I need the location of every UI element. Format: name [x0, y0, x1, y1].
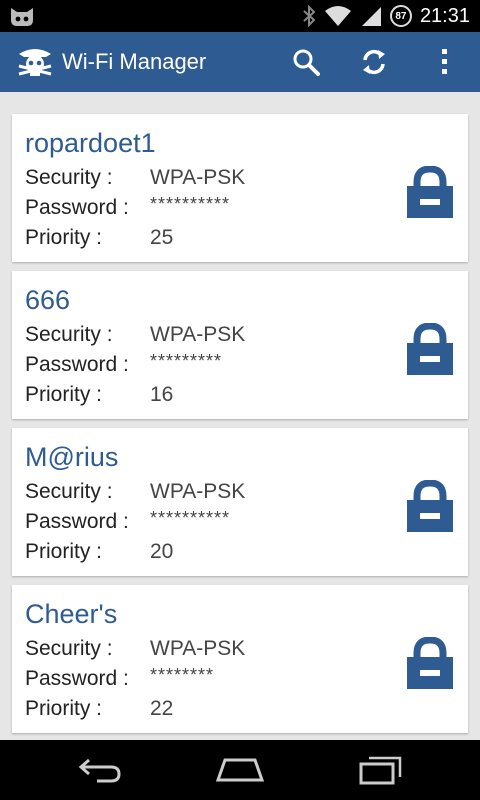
bluetooth-icon — [303, 5, 316, 27]
status-bar: 87 21:31 — [0, 0, 480, 32]
battery-icon: 87 — [389, 5, 412, 27]
password-value: ********** — [150, 194, 231, 214]
network-card[interactable]: Cheer's Security : WPA-PSK Password : **… — [12, 585, 468, 733]
network-ssid: Cheer's — [25, 599, 118, 629]
overflow-menu-icon — [442, 49, 447, 74]
priority-value: 20 — [150, 540, 174, 563]
app-title: Wi-Fi Manager — [62, 49, 207, 74]
lock-icon — [407, 637, 453, 689]
wifi-icon — [324, 6, 351, 26]
password-label: Password : — [25, 196, 129, 219]
password-label: Password : — [25, 667, 129, 690]
priority-value: 25 — [150, 226, 174, 249]
home-icon — [215, 758, 265, 782]
recent-apps-icon — [359, 756, 402, 785]
refresh-button[interactable] — [344, 32, 404, 92]
action-bar: Wi-Fi Manager — [0, 32, 480, 92]
security-label: Security : — [25, 323, 113, 346]
priority-value: 16 — [150, 383, 174, 406]
network-card[interactable]: ropardoet1 Security : WPA-PSK Password :… — [12, 114, 468, 262]
priority-label: Priority : — [25, 697, 103, 720]
back-button[interactable] — [60, 740, 140, 800]
password-label: Password : — [25, 510, 129, 533]
lock-icon — [407, 480, 453, 532]
network-list: ropardoet1 Security : WPA-PSK Password :… — [0, 92, 480, 740]
security-label: Security : — [25, 480, 113, 503]
priority-label: Priority : — [25, 226, 103, 249]
lock-icon — [407, 323, 453, 375]
battery-level: 87 — [395, 10, 407, 22]
password-label: Password : — [25, 353, 129, 376]
overflow-menu-button[interactable] — [414, 32, 474, 92]
network-ssid: 666 — [25, 285, 71, 315]
network-card[interactable]: 666 Security : WPA-PSK Password : ******… — [12, 271, 468, 419]
security-label: Security : — [25, 166, 113, 189]
pirate-logo-icon[interactable] — [16, 44, 54, 80]
password-value: ******** — [150, 665, 215, 685]
security-value: WPA-PSK — [150, 323, 246, 346]
search-icon — [293, 49, 320, 76]
security-value: WPA-PSK — [150, 637, 246, 660]
network-ssid: M@rius — [25, 442, 119, 472]
back-icon — [78, 758, 121, 783]
clock: 21:31 — [419, 4, 470, 27]
recent-apps-button[interactable] — [340, 740, 420, 800]
refresh-icon — [363, 49, 385, 75]
cyanogen-android-icon — [11, 8, 33, 26]
security-label: Security : — [25, 637, 113, 660]
home-button[interactable] — [200, 740, 280, 800]
navigation-bar — [0, 740, 480, 800]
priority-label: Priority : — [25, 540, 103, 563]
priority-label: Priority : — [25, 383, 103, 406]
search-button[interactable] — [276, 32, 336, 92]
password-value: ********* — [150, 351, 223, 371]
lock-icon — [407, 166, 453, 218]
network-ssid: ropardoet1 — [25, 128, 156, 158]
network-card[interactable]: M@rius Security : WPA-PSK Password : ***… — [12, 428, 468, 576]
priority-value: 22 — [150, 697, 174, 720]
security-value: WPA-PSK — [150, 480, 246, 503]
password-value: ********** — [150, 508, 231, 528]
security-value: WPA-PSK — [150, 166, 246, 189]
signal-icon — [361, 7, 381, 26]
